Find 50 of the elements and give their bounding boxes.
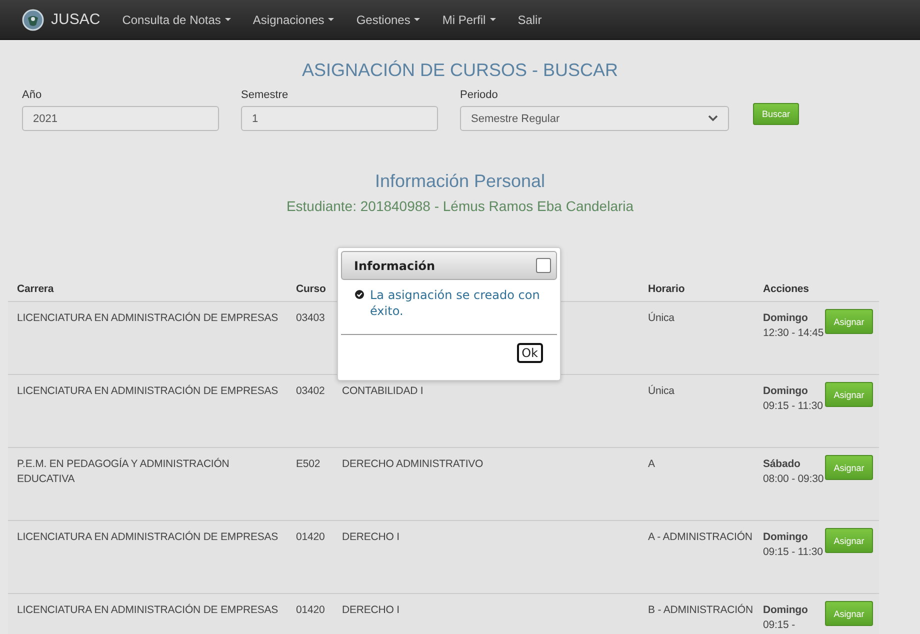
input-field[interactable]: 2021 xyxy=(22,106,219,131)
field-label: Año xyxy=(22,89,43,101)
field-label: Semestre xyxy=(241,89,290,101)
dialog-title: Información xyxy=(354,258,436,272)
table-cell: A - ADMINISTRACIÓN xyxy=(648,531,752,543)
logo-icon xyxy=(22,8,44,30)
check-circle-icon xyxy=(355,290,364,299)
table-cell: B - ADMINISTRACIÓN xyxy=(648,604,753,616)
table-cell: Única xyxy=(648,385,674,397)
nav-menu-item[interactable]: Salir xyxy=(518,12,542,26)
period-select[interactable]: Semestre Regular xyxy=(460,106,729,131)
field-label: Periodo xyxy=(460,89,499,101)
table-cell: Única xyxy=(648,312,674,324)
chevron-down-icon xyxy=(708,115,718,122)
schedule-day: Domingo xyxy=(763,311,825,326)
table-cell: 03403 xyxy=(296,312,325,324)
nav-menu-item[interactable]: Gestiones xyxy=(356,12,420,26)
table-cell: LICENCIATURA EN ADMINISTRACIÓN DE EMPRESAS xyxy=(17,385,278,397)
schedule-day: Domingo xyxy=(763,530,825,545)
table-cell: 03402 xyxy=(296,385,325,397)
table-cell: P.E.M. EN PEDAGOGÍA Y ADMINISTRACIÓN EDUCATIVA xyxy=(17,458,230,485)
ok-button[interactable]: Ok xyxy=(516,343,543,363)
dialog-message: La asignación se creado con éxito. xyxy=(370,287,541,320)
table-cell: LICENCIATURA EN ADMINISTRACIÓN DE EMPRESAS xyxy=(17,531,278,543)
input-field[interactable]: 1 xyxy=(241,106,438,131)
nav-menu-item[interactable]: Asignaciones xyxy=(252,12,334,26)
table-cell: DERECHO I xyxy=(342,531,400,543)
table-cell: LICENCIATURA EN ADMINISTRACIÓN DE EMPRESAS xyxy=(17,604,278,616)
table-cell: A xyxy=(648,458,655,470)
table-cell: DERECHO I xyxy=(342,604,400,616)
schedule-time: 08:00 - 09:30 xyxy=(763,472,825,487)
page-title: ASIGNACIÓN DE CURSOS - BUSCAR xyxy=(300,60,620,81)
table-cell: DERECHO ADMINISTRATIVO xyxy=(342,458,484,470)
table-cell: E502 xyxy=(296,458,320,470)
schedule-day: Sábado xyxy=(763,457,825,472)
schedule-time: 09:15 - 11:30 xyxy=(763,399,824,414)
student-info: Estudiante: 201840988 - Lémus Ramos Eba Candelaria xyxy=(285,198,635,214)
nav-menu-item[interactable]: Mi Perfil xyxy=(442,12,496,26)
schedule-day: Domingo xyxy=(763,384,825,399)
table-cell: 01420 xyxy=(296,531,325,543)
table-cell: LICENCIATURA EN ADMINISTRACIÓN DE EMPRESAS xyxy=(17,312,278,324)
table-cell: CONTABILIDAD I xyxy=(342,385,424,397)
brand-name[interactable]: JUSAC xyxy=(51,11,100,28)
section-heading: Información Personal xyxy=(374,171,546,192)
schedule-time: 09:15 - xyxy=(763,618,796,633)
table-cell: 01420 xyxy=(296,604,325,616)
schedule-time: 09:15 - 11:30 xyxy=(763,545,824,560)
nav-menu-item[interactable]: Consulta de Notas xyxy=(122,12,231,26)
schedule-time: 12:30 - 14:45 xyxy=(763,326,825,341)
schedule-day: Domingo xyxy=(763,603,825,618)
